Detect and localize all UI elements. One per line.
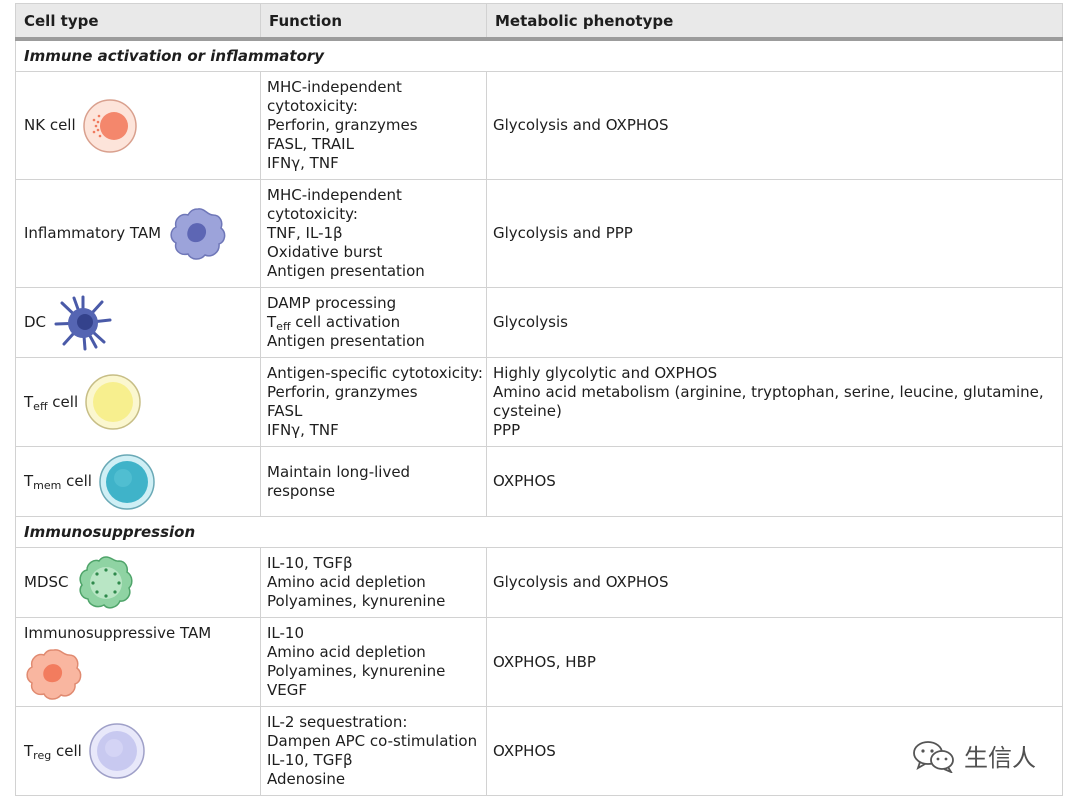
cell-type-label: NK cell <box>24 116 76 134</box>
section-row: Immune activation or inflammatory <box>15 38 1063 72</box>
table-row: DC DAMP processing Teff cell activation … <box>15 287 1063 358</box>
function-cell: IL-10 Amino acid depletion Polyamines, k… <box>260 617 487 707</box>
cell-type-label: Teff cell <box>24 392 79 413</box>
watermark-text: 生信人 <box>964 744 1036 772</box>
table-row: MDSC IL-10, TGFβ Amino acid depletion Po… <box>15 547 1063 618</box>
t-eff-cell-icon <box>84 373 142 431</box>
table-row: Tmem cell Maintain long-lived response O… <box>15 446 1063 517</box>
nk-cell-icon <box>82 98 138 154</box>
table-row: Treg cell IL-2 sequestration: Dampen APC… <box>15 706 1063 796</box>
function-cell: DAMP processing Teff cell activation Ant… <box>260 287 487 358</box>
metabolic-cell: Glycolysis and PPP <box>486 179 1063 288</box>
metabolic-cell: OXPHOS, HBP <box>486 617 1063 707</box>
function-cell: Maintain long-lived response <box>260 446 487 517</box>
section-title-immunosuppression: Immunosuppression <box>15 516 1063 548</box>
cell-type-label: MDSC <box>24 573 69 591</box>
dendritic-cell-icon <box>52 294 114 352</box>
function-cell: MHC-independent cytotoxicity: TNF, IL-1β… <box>260 179 487 288</box>
function-cell: Antigen-specific cytotoxicity: Perforin,… <box>260 357 487 447</box>
metabolic-cell: Glycolysis and OXPHOS <box>486 71 1063 180</box>
table-row: Immunosuppressive TAM IL-10 Amino acid d… <box>15 617 1063 707</box>
t-mem-cell-icon <box>98 453 156 511</box>
inflammatory-tam-icon <box>167 206 229 262</box>
t-reg-cell-icon <box>88 722 146 780</box>
header-function: Function <box>260 3 487 41</box>
cell-type-cell: Tmem cell <box>15 446 261 517</box>
cell-type-cell: Treg cell <box>15 706 261 796</box>
cell-type-cell: NK cell <box>15 71 261 180</box>
cell-type-label: Inflammatory TAM <box>24 224 162 242</box>
function-cell: IL-10, TGFβ Amino acid depletion Polyami… <box>260 547 487 618</box>
table-row: Inflammatory TAM MHC-independent cytotox… <box>15 179 1063 288</box>
cell-type-cell: Inflammatory TAM <box>15 179 261 288</box>
metabolic-cell: Highly glycolytic and OXPHOS Amino acid … <box>486 357 1063 447</box>
cell-type-label: DC <box>24 313 47 331</box>
wechat-icon <box>912 739 956 773</box>
cell-type-label: Treg cell <box>24 741 82 762</box>
cell-metabolism-table: Cell type Function Metabolic phenotype I… <box>15 3 1063 796</box>
header-row: Cell type Function Metabolic phenotype <box>15 3 1063 41</box>
cell-type-cell: Immunosuppressive TAM <box>15 617 261 707</box>
metabolic-cell: Glycolysis <box>486 287 1063 358</box>
watermark: 生信人 <box>912 738 1036 773</box>
header-metabolic-phenotype: Metabolic phenotype <box>486 3 1063 41</box>
cell-type-label: Tmem cell <box>24 472 92 492</box>
table-row: Teff cell Antigen-specific cytotoxicity:… <box>15 357 1063 447</box>
metabolic-cell: OXPHOS <box>486 446 1063 517</box>
section-title-activation: Immune activation or inflammatory <box>15 38 1063 72</box>
cell-type-cell: MDSC <box>15 547 261 618</box>
table-container: Cell type Function Metabolic phenotype I… <box>15 3 1063 796</box>
section-row: Immunosuppression <box>15 516 1063 548</box>
function-cell: IL-2 sequestration: Dampen APC co-stimul… <box>260 706 487 796</box>
table-row: NK cell MHC-independent cytotoxicity: Pe… <box>15 71 1063 180</box>
cell-type-cell: DC <box>15 287 261 358</box>
function-cell: MHC-independent cytotoxicity: Perforin, … <box>260 71 487 180</box>
cell-type-label: Immunosuppressive TAM <box>24 623 212 642</box>
cell-type-cell: Teff cell <box>15 357 261 447</box>
metabolic-cell: Glycolysis and OXPHOS <box>486 547 1063 618</box>
immunosuppressive-tam-icon <box>24 647 86 701</box>
mdsc-icon <box>75 554 137 612</box>
header-cell-type: Cell type <box>15 3 261 41</box>
